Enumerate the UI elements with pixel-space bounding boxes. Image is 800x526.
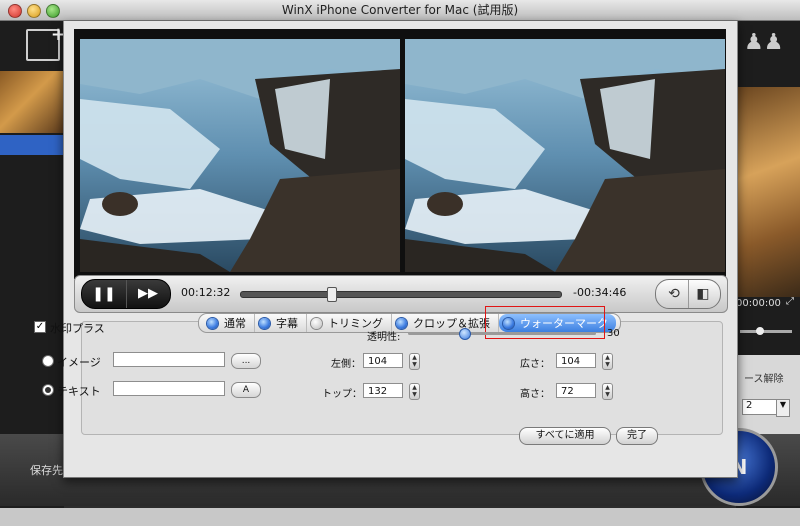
tab-radio-icon xyxy=(311,317,322,329)
height-stepper[interactable]: ▲ ▼ xyxy=(602,383,613,400)
height-field[interactable]: 72 xyxy=(556,383,596,398)
browse-image-button[interactable]: ... xyxy=(231,353,261,369)
users-icon[interactable]: ♟♟ xyxy=(744,30,783,55)
expand-icon[interactable]: ⤢ xyxy=(786,296,794,307)
left-stepper[interactable]: ▲ ▼ xyxy=(409,353,420,370)
pause-button[interactable]: ❚❚ xyxy=(82,280,127,308)
deinterlace-label: ース解除 xyxy=(744,374,784,385)
image-watermark-radio[interactable] xyxy=(42,355,54,367)
fast-forward-button[interactable]: ▶▶ xyxy=(126,280,170,308)
left-position-field[interactable]: 104 xyxy=(363,353,403,368)
flip-icon[interactable]: ◧ xyxy=(689,280,717,308)
tab-radio-icon xyxy=(396,317,407,329)
width-stepper[interactable]: ▲ ▼ xyxy=(602,353,613,370)
remaining-time: -00:34:46 xyxy=(573,286,627,299)
watermark-enable-checkbox[interactable]: ✓ xyxy=(34,321,46,333)
video-thumbnail[interactable] xyxy=(0,71,64,133)
background-time-display: 00:00:00 xyxy=(736,298,781,309)
minimize-window-button[interactable] xyxy=(27,4,41,18)
current-time: 00:12:32 xyxy=(181,286,231,299)
tab-radio-icon xyxy=(207,317,218,329)
top-stepper[interactable]: ▲ ▼ xyxy=(409,383,420,400)
thread-count-select[interactable]: 2 xyxy=(742,399,777,415)
play-controls-group: ❚❚ ▶▶ xyxy=(81,279,171,309)
playback-controls: ❚❚ ▶▶ 00:12:32 -00:34:46 ⟲ ◧ xyxy=(74,275,728,313)
preview-area xyxy=(74,29,726,279)
tab-label: クロップ＆拡張 xyxy=(413,317,490,330)
apply-all-button[interactable]: すべてに適用 xyxy=(519,427,611,445)
tab-label: 字幕 xyxy=(276,317,298,330)
seek-bar[interactable] xyxy=(240,287,562,302)
font-button[interactable]: A xyxy=(231,382,261,398)
selected-file-row[interactable] xyxy=(0,135,64,155)
left-position-label: 左側： xyxy=(331,359,361,370)
tab-subtitle[interactable]: 字幕 xyxy=(255,314,307,332)
opacity-value: 30 xyxy=(607,328,620,339)
watermark-text-field[interactable] xyxy=(113,381,225,396)
watermark-enable-label: 水印プラス xyxy=(50,322,105,335)
image-path-field[interactable] xyxy=(113,352,225,367)
top-position-field[interactable]: 132 xyxy=(363,383,403,398)
text-watermark-label: テキスト xyxy=(57,385,101,398)
preview-thumbnail xyxy=(736,87,800,297)
seek-thumb[interactable] xyxy=(327,287,338,302)
image-watermark-label: イメージ xyxy=(57,356,101,369)
original-video-preview xyxy=(80,39,400,272)
rotate-icon[interactable]: ⟲ xyxy=(660,280,689,308)
done-button[interactable]: 完了 xyxy=(616,427,658,445)
tab-radio-icon xyxy=(259,317,270,329)
watermarked-video-preview xyxy=(405,39,725,272)
volume-slider[interactable] xyxy=(740,327,792,335)
zoom-window-button[interactable] xyxy=(46,4,60,18)
opacity-slider[interactable] xyxy=(408,328,596,340)
height-label: 高さ： xyxy=(520,389,550,400)
add-video-icon[interactable]: + xyxy=(26,24,66,61)
tab-crop-expand[interactable]: クロップ＆拡張 xyxy=(392,314,499,332)
status-bar xyxy=(0,508,800,526)
width-field[interactable]: 104 xyxy=(556,353,596,368)
window-title: WinX iPhone Converter for Mac (試用版) xyxy=(281,3,519,17)
watermark-edit-sheet: ❚❚ ▶▶ 00:12:32 -00:34:46 ⟲ ◧ 通常 字幕 トリミング… xyxy=(63,21,738,478)
chevron-down-icon[interactable]: ▼ xyxy=(776,399,790,417)
opacity-label: 透明性: xyxy=(367,332,401,343)
top-position-label: トップ： xyxy=(322,389,362,400)
transform-tools-group: ⟲ ◧ xyxy=(655,279,721,309)
text-watermark-radio[interactable] xyxy=(42,384,54,396)
tab-normal[interactable]: 通常 xyxy=(203,314,255,332)
width-label: 広さ： xyxy=(520,359,550,370)
window-titlebar: WinX iPhone Converter for Mac (試用版) xyxy=(0,0,800,21)
tab-label: 通常 xyxy=(224,317,246,330)
close-window-button[interactable] xyxy=(8,4,22,18)
settings-panel xyxy=(81,321,723,435)
